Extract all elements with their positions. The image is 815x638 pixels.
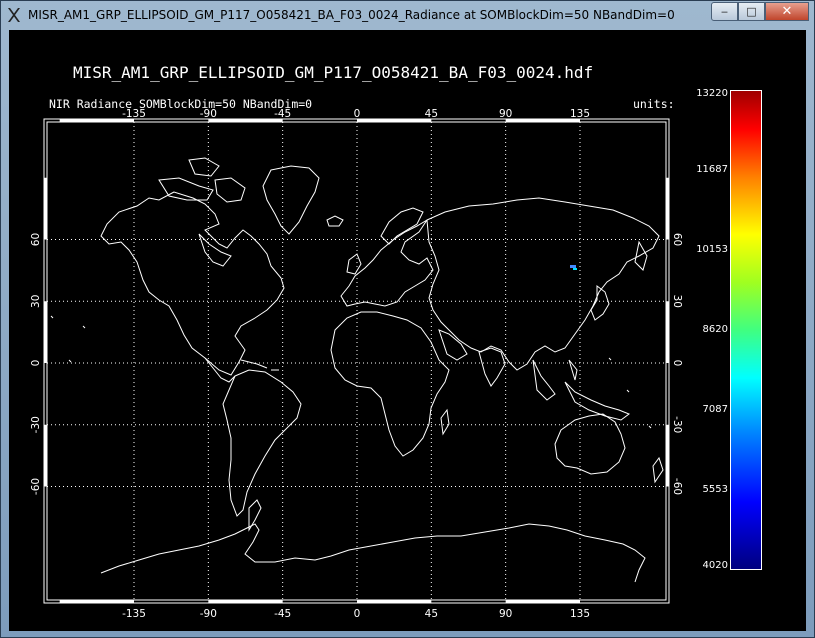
lon-tick-label-top: -90 (200, 108, 217, 120)
lon-tick-label-top: 0 (354, 108, 361, 120)
maximize-button[interactable]: □ (738, 2, 765, 21)
coastline-north-america (100, 191, 285, 376)
lon-tick-label-top: 45 (425, 108, 438, 120)
lon-tick-label-bottom: 45 (425, 608, 438, 620)
lat-tick-label-right: 30 (671, 295, 683, 308)
world-map: -135 -135 -90 -90 -45 -45 0 0 45 45 90 90 135 135 60 60… (30, 108, 683, 620)
lon-tick-label-top: 90 (499, 108, 512, 120)
coastline-hudson-bay (198, 233, 232, 267)
coastline-antarctica (100, 523, 646, 583)
window-controls: ‒ □ ✕ (711, 2, 809, 22)
plot-canvas: MISR_AM1_GRP_ELLIPSOID_GM_P117_O058421_B… (9, 30, 806, 631)
coastline-kamchatka (634, 240, 648, 271)
lat-tick-label-right: 0 (671, 360, 683, 367)
colorbar-label: 4020 (702, 560, 728, 571)
colorbar-label: 5553 (702, 484, 728, 495)
coastline-pacific-islands (50, 315, 652, 429)
coastline-india (478, 347, 506, 387)
data-swath (570, 265, 577, 270)
minimize-icon: ‒ (721, 5, 728, 18)
minimize-button[interactable]: ‒ (711, 2, 738, 21)
lat-tick-label-left: 30 (30, 295, 42, 308)
colorbar-label: 10153 (696, 244, 728, 255)
coastline-southeast-asia (532, 359, 631, 421)
lon-tick-label-bottom: -90 (200, 608, 217, 620)
colorbar (730, 90, 762, 570)
lat-tick-label-left: -30 (30, 416, 42, 433)
map-border (46, 121, 667, 601)
coastline-caribbean (240, 359, 279, 371)
lon-tick-label-top: 135 (570, 108, 590, 120)
colorbar-label: 7087 (702, 404, 728, 415)
coastline-british-isles (346, 253, 362, 275)
colorbar-label: 11687 (696, 164, 728, 175)
window-title: MISR_AM1_GRP_ELLIPSOID_GM_P117_O058421_B… (28, 8, 675, 22)
close-button[interactable]: ✕ (765, 2, 809, 21)
coastline-madagascar (440, 408, 450, 436)
coastline-greenland (262, 165, 320, 235)
lon-tick-label-bottom: -45 (274, 608, 291, 620)
title-bar[interactable]: MISR_AM1_GRP_ELLIPSOID_GM_P117_O058421_B… (1, 1, 814, 29)
close-icon: ✕ (781, 4, 793, 19)
lon-tick-label-top: -135 (122, 108, 146, 120)
coastline-arctic-islands (158, 157, 246, 203)
lon-tick-label-bottom: 135 (570, 608, 590, 620)
colorbar-label: 8620 (702, 324, 728, 335)
coastline-south-america (222, 369, 302, 517)
lon-tick-label-bottom: 90 (499, 608, 512, 620)
colorbar-label: 13220 (696, 88, 728, 99)
lon-tick-label-bottom: 0 (354, 608, 361, 620)
x11-icon (8, 8, 20, 22)
coastline-europe (340, 219, 434, 307)
lat-tick-label-left: 0 (30, 360, 42, 367)
lat-tick-label-right: -60 (671, 478, 683, 495)
maximize-icon: □ (746, 5, 757, 18)
lat-tick-label-left: -60 (30, 478, 42, 495)
coastline-iceland (326, 215, 344, 227)
map-tick-labels: -135 -135 -90 -90 -45 -45 0 0 45 45 90 90 135 135 60 60… (30, 108, 683, 620)
lat-tick-label-left: 60 (30, 233, 42, 246)
coastline-new-zealand (652, 456, 664, 484)
map-gridlines (47, 122, 666, 600)
coastline-asia (426, 197, 660, 371)
lon-tick-label-top: -45 (274, 108, 291, 120)
coastline-antarctic-peninsula (248, 499, 262, 532)
app-window: MISR_AM1_GRP_ELLIPSOID_GM_P117_O058421_B… (0, 0, 815, 638)
lat-tick-label-right: 60 (671, 233, 683, 246)
coastline-australia (554, 413, 626, 475)
lat-tick-label-right: -30 (671, 416, 683, 433)
lon-tick-label-bottom: -135 (122, 608, 146, 620)
